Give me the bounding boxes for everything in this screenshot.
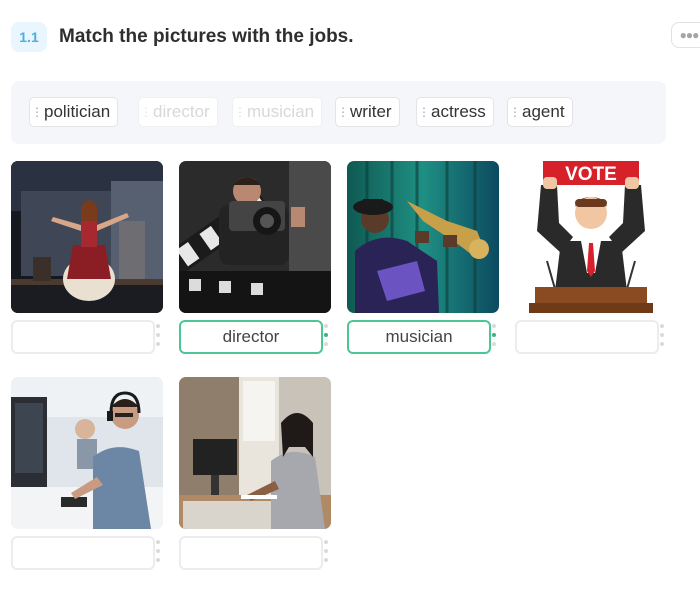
picture-camera-operator [179, 161, 331, 313]
picture-politician: VOTE [515, 161, 667, 313]
drag-handle-icon: ⋮ [140, 105, 152, 119]
word-chip-label: writer [350, 102, 392, 121]
drag-handle-icon: ⋮ [509, 105, 521, 119]
word-chip-label: actress [431, 102, 486, 121]
drag-handle-icon: ⋮ [31, 105, 43, 119]
word-bank: ⋮ politician ⋮ director ⋮ musician ⋮ wri… [11, 81, 666, 144]
word-chip-label: agent [522, 102, 565, 121]
answer-slot-5[interactable] [11, 536, 155, 570]
answer-slot-6[interactable] [179, 536, 323, 570]
drag-handle-icon: ⋮ [418, 105, 430, 119]
answer-slot-3-handle[interactable] [491, 320, 497, 350]
picture-office-worker [11, 377, 163, 529]
word-chip-label: director [153, 102, 210, 121]
answer-slot-4-handle[interactable] [659, 320, 665, 350]
vote-sign-text: VOTE [565, 164, 617, 185]
drag-handle-icon: ⋮ [337, 105, 349, 119]
word-chip-writer[interactable]: ⋮ writer [335, 97, 400, 127]
answer-slot-5-handle[interactable] [155, 536, 161, 566]
word-chip-actress[interactable]: ⋮ actress [416, 97, 494, 127]
picture-saxophone-player [347, 161, 499, 313]
word-chip-musician: ⋮ musician [232, 97, 323, 127]
exercise-title: Match the pictures with the jobs. [59, 26, 354, 47]
word-chip-director: ⋮ director [138, 97, 218, 127]
exercise-number-badge: 1.1 [11, 22, 47, 52]
answer-slot-4[interactable] [515, 320, 659, 354]
word-chip-agent[interactable]: ⋮ agent [507, 97, 573, 127]
answer-slot-1[interactable] [11, 320, 155, 354]
drag-handle-icon: ⋮ [234, 105, 246, 119]
word-chip-politician[interactable]: ⋮ politician [29, 97, 119, 127]
answer-slot-2-handle[interactable] [323, 320, 329, 350]
word-chip-label: politician [44, 102, 111, 121]
picture-writer [179, 377, 331, 529]
exercise-header: 1.1 Match the pictures with the jobs. [11, 22, 354, 52]
answer-slot-1-handle[interactable] [155, 320, 161, 350]
answer-slot-3[interactable]: musician [347, 320, 491, 354]
ellipsis-icon: ●●● [679, 28, 700, 42]
answer-slot-6-handle[interactable] [323, 536, 329, 566]
picture-actress [11, 161, 163, 313]
answer-slot-2[interactable]: director [179, 320, 323, 354]
word-chip-label: musician [247, 102, 315, 121]
more-options-button[interactable]: ●●● [671, 22, 700, 48]
